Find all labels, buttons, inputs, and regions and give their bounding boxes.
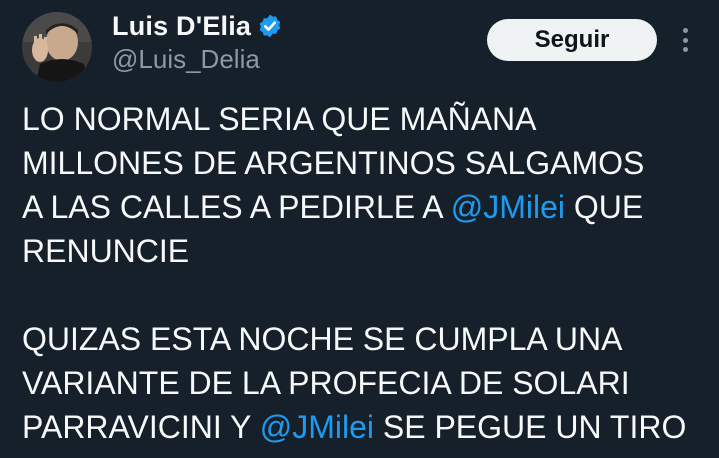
avatar[interactable] — [22, 12, 92, 82]
tweet-line: PARRAVICINI Y @JMilei SE PEGUE UN TIRO — [22, 405, 712, 449]
more-dot — [682, 47, 688, 52]
author-name-row: Luis D'Elia — [112, 8, 283, 44]
tweet-header: Luis D'Elia @Luis_Delia Seguir — [0, 0, 719, 86]
mention-link[interactable]: @JMilei — [451, 189, 565, 225]
tweet-line: MILLONES DE ARGENTINOS SALGAMOS — [22, 145, 645, 181]
author-display-name[interactable]: Luis D'Elia — [112, 11, 251, 42]
tweet-paragraph: LO NORMAL SERIA QUE MAÑANA MILLONES DE A… — [22, 97, 712, 273]
tweet-text: LO NORMAL SERIA QUE MAÑANA MILLONES DE A… — [22, 97, 712, 449]
tweet-line: QUIZAS ESTA NOCHE SE CUMPLA UNA — [22, 321, 623, 357]
mention-link[interactable]: @JMilei — [260, 409, 374, 445]
tweet-text-segment: SE PEGUE UN TIRO — [373, 409, 687, 445]
more-options-icon[interactable] — [672, 24, 698, 56]
tweet-text-segment: QUE — [564, 189, 644, 225]
avatar-image — [22, 12, 92, 82]
tweet-line: A LAS CALLES A PEDIRLE A @JMilei QUE — [22, 185, 712, 229]
follow-button[interactable]: Seguir — [487, 19, 657, 61]
tweet-text-segment: A LAS CALLES A PEDIRLE A — [22, 189, 451, 225]
more-dot — [682, 28, 688, 33]
author-handle[interactable]: @Luis_Delia — [112, 44, 260, 75]
tweet-line: RENUNCIE — [22, 233, 190, 269]
tweet-text-segment: PARRAVICINI Y — [22, 409, 260, 445]
more-dot — [682, 37, 688, 43]
verified-badge-icon — [257, 13, 283, 39]
tweet-paragraph: QUIZAS ESTA NOCHE SE CUMPLA UNA VARIANTE… — [22, 317, 712, 449]
tweet-line: VARIANTE DE LA PROFECIA DE SOLARI — [22, 365, 630, 401]
tweet-line: LO NORMAL SERIA QUE MAÑANA — [22, 101, 537, 137]
